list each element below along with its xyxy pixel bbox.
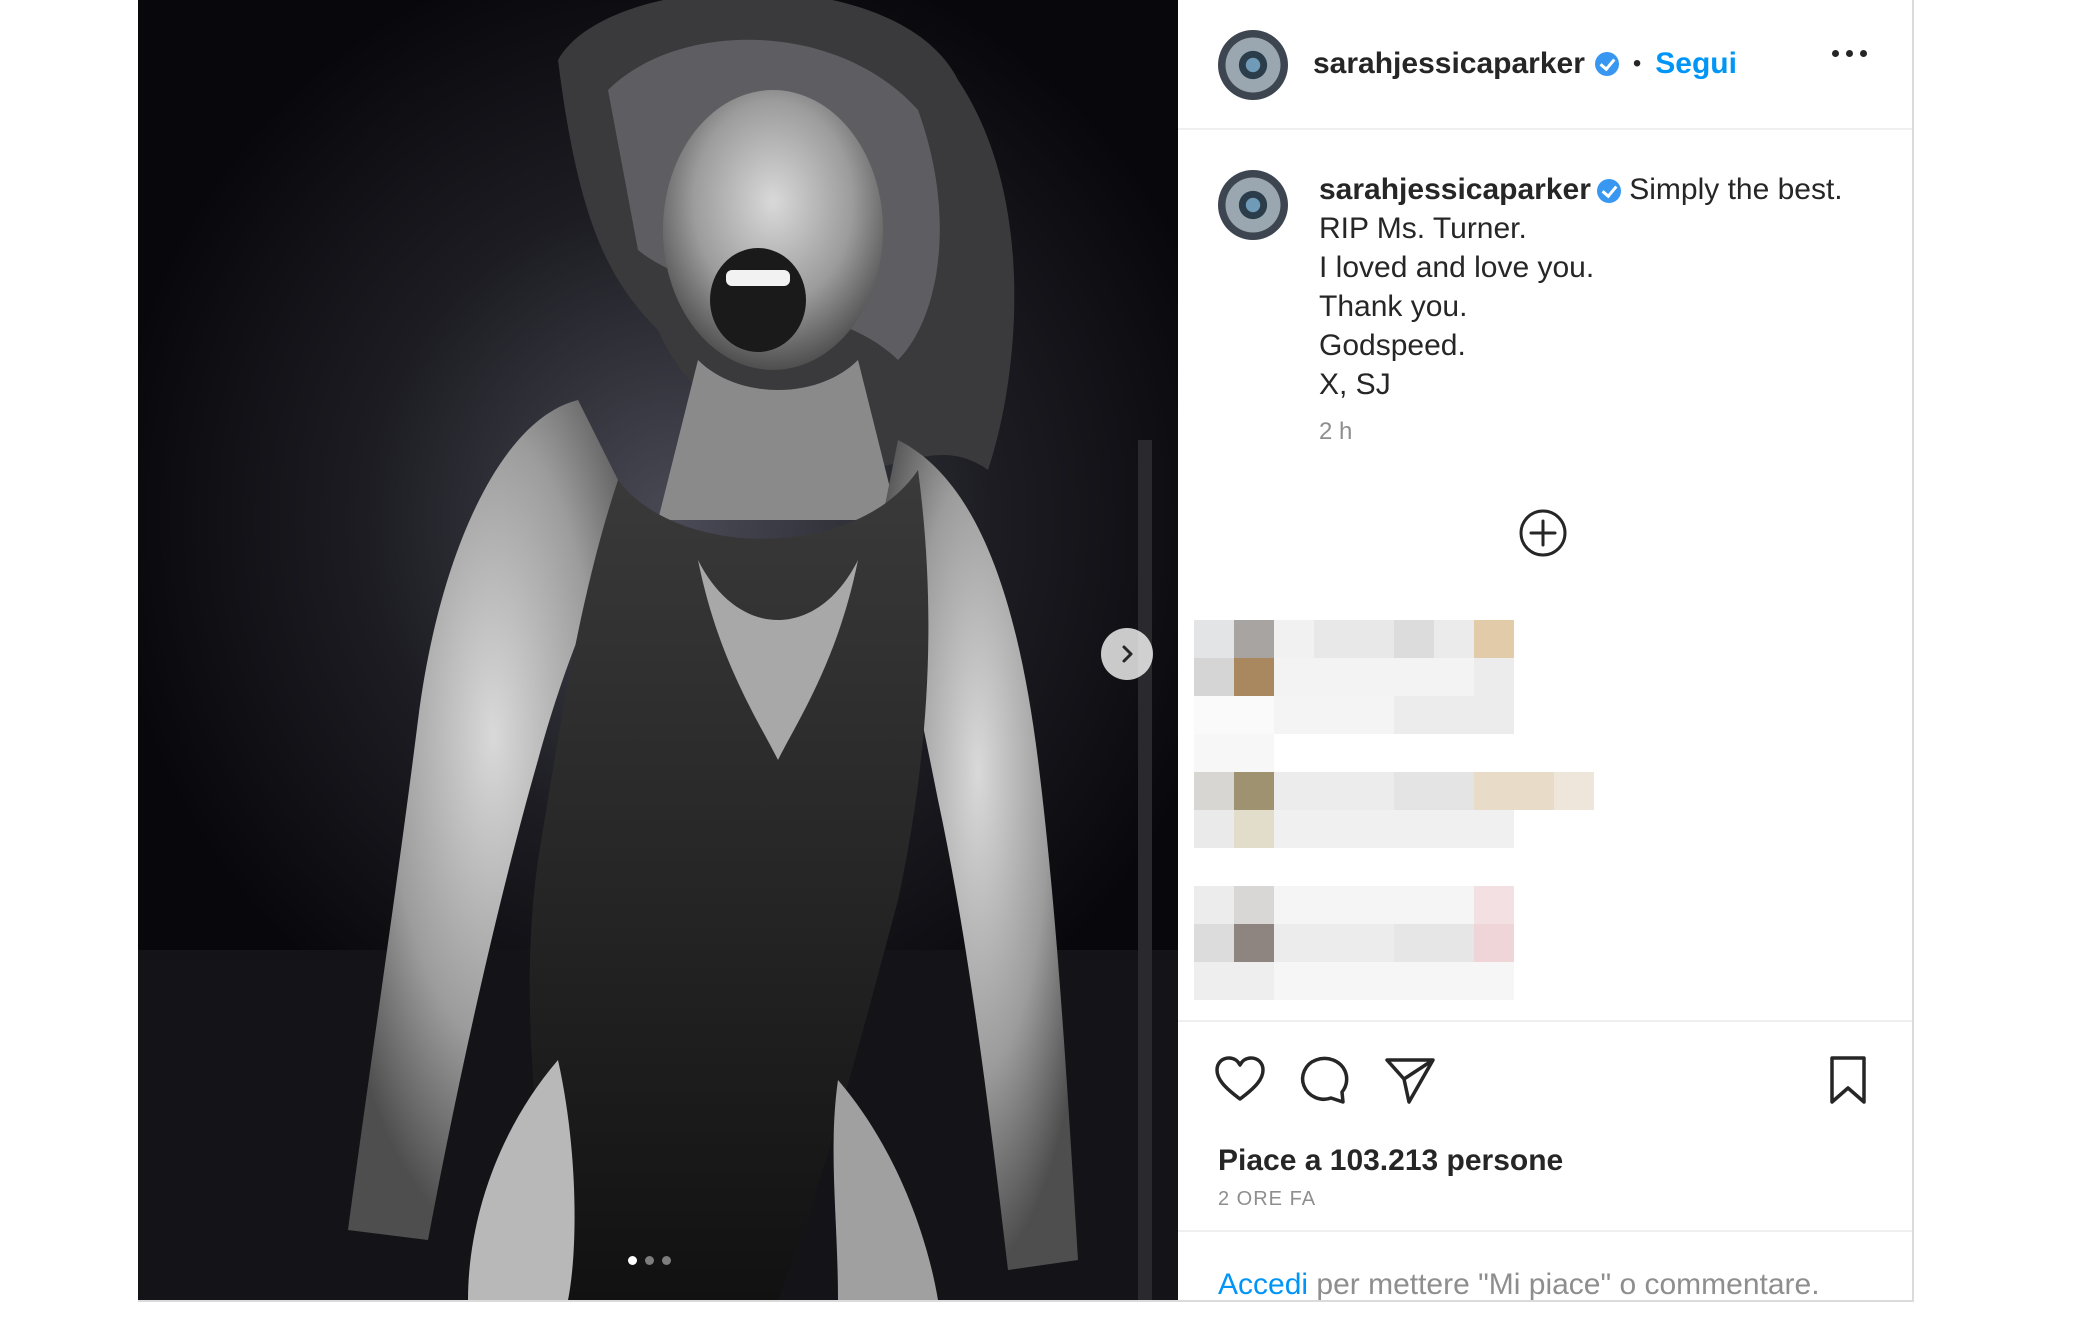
comment-icon[interactable] [1296, 1052, 1352, 1108]
caption-line: Godspeed. [1319, 329, 1466, 362]
login-prompt: Accedi per mettere "Mi piace" o commenta… [1178, 1230, 1912, 1320]
caption-line: Simply the best. [1629, 173, 1843, 206]
separator-dot: • [1632, 50, 1642, 77]
caption-line: X, SJ [1319, 368, 1391, 401]
carousel-dot [628, 1256, 637, 1265]
carousel-indicator [628, 1256, 671, 1265]
chevron-right-icon [1122, 645, 1133, 663]
post-timestamp: 2 ORE FA [1218, 1188, 1317, 1210]
caption-line: RIP Ms. Turner. [1319, 212, 1527, 245]
carousel-dot [662, 1256, 671, 1265]
post-header: sarahjessicaparker • Segui [1178, 0, 1912, 130]
performer-photo [138, 0, 1178, 1300]
more-options-icon[interactable] [1832, 50, 1867, 57]
caption-timestamp: 2 h [1319, 418, 1353, 445]
avatar[interactable] [1218, 170, 1288, 240]
bookmark-icon[interactable] [1820, 1052, 1876, 1108]
post-side-panel: sarahjessicaparker • Segui sarahjessicap… [1178, 0, 1912, 1301]
verified-badge-icon [1594, 52, 1619, 76]
caption-text: sarahjessicaparker Simply the best. RIP … [1319, 170, 1879, 404]
likes-count[interactable]: Piace a 103.213 persone [1218, 1144, 1563, 1178]
post-actions: Piace a 103.213 persone 2 ORE FA Accedi … [1178, 1020, 1912, 1310]
add-circle-icon[interactable] [1518, 508, 1568, 558]
heart-icon[interactable] [1212, 1052, 1268, 1108]
header-user-row: sarahjessicaparker • Segui [1313, 44, 1737, 84]
instagram-post: sarahjessicaparker • Segui sarahjessicap… [138, 0, 1914, 1302]
follow-button[interactable]: Segui [1655, 47, 1737, 81]
caption-line: Thank you. [1319, 290, 1468, 323]
carousel-dot [645, 1256, 654, 1265]
verified-badge-icon [1596, 179, 1621, 204]
username-link[interactable]: sarahjessicaparker [1313, 47, 1585, 81]
post-photo[interactable] [138, 0, 1178, 1300]
caption-first-line: sarahjessicaparker Simply the best. [1319, 170, 1879, 209]
avatar[interactable] [1218, 30, 1288, 100]
paper-plane-icon[interactable] [1382, 1052, 1438, 1108]
login-text: Accedi per mettere "Mi piace" o commenta… [1218, 1268, 1820, 1302]
next-photo-button[interactable] [1101, 628, 1153, 680]
login-rest-text: per mettere "Mi piace" o commentare. [1308, 1268, 1820, 1301]
caption-username[interactable]: sarahjessicaparker [1319, 173, 1591, 206]
caption-line: I loved and love you. [1319, 251, 1595, 284]
blurred-comments [1194, 620, 1594, 1000]
login-link[interactable]: Accedi [1218, 1268, 1308, 1301]
